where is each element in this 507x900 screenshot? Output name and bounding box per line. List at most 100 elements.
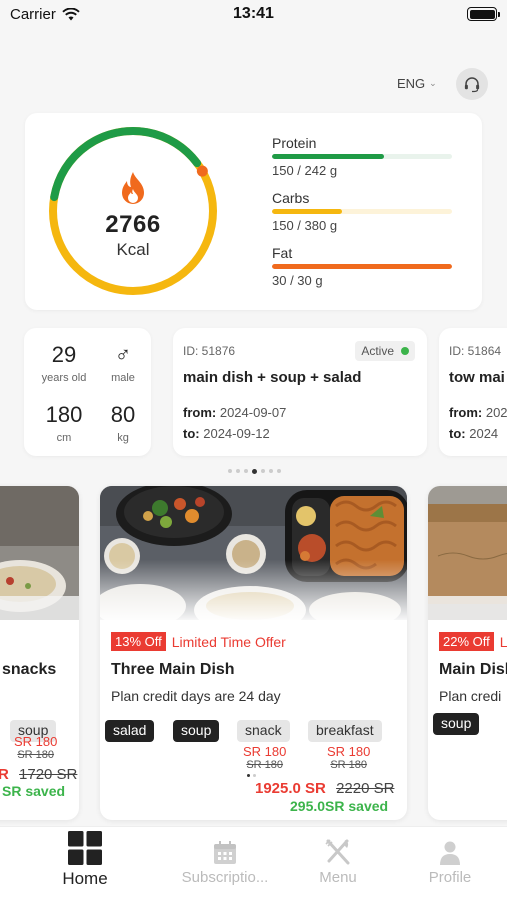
plan-total: R 1720 SR	[0, 766, 77, 783]
chip-price-new: SR 180	[243, 744, 287, 759]
macro-amount: 30 / 30 g	[272, 273, 323, 288]
chip-price-old: SR 180	[246, 759, 284, 771]
plan-image	[0, 486, 79, 620]
chip-price-old: SR 180	[17, 749, 55, 761]
page-dot	[236, 469, 240, 473]
macro-name: Protein	[272, 135, 317, 151]
subscription-from: from: 2024	[449, 405, 507, 420]
headset-icon	[464, 77, 480, 93]
subscription-from: from: 2024-09-07	[183, 405, 286, 420]
calorie-ring: 2766 Kcal	[45, 123, 221, 299]
page-dot	[253, 774, 256, 777]
plan-card[interactable]: V 22% Off L Main Dish Plan credi soup	[428, 486, 507, 820]
macro-carbs: Carbs 150 / 380 g	[272, 190, 452, 233]
subscription-card[interactable]: ID: 51876 Active main dish + soup + sala…	[173, 328, 427, 456]
chevron-down-icon: ⌄	[429, 78, 437, 88]
ring-knob	[196, 165, 208, 177]
offer-banner: 13% Off Limited Time Offer	[111, 632, 286, 651]
page-dot	[228, 469, 232, 473]
nav-label: Subscriptio...	[181, 869, 269, 886]
male-icon: ♂	[114, 342, 132, 367]
total-old: 1720 SR	[19, 766, 78, 783]
person-icon	[440, 841, 460, 865]
calorie-unit: Kcal	[116, 240, 150, 259]
weight-stat: 80 kg	[102, 402, 144, 444]
height-unit: cm	[56, 432, 72, 444]
subscription-id: ID: 51876	[183, 344, 236, 358]
plan-name: snacks	[2, 661, 57, 678]
chip-price-new: SR 180	[327, 744, 371, 759]
chip-price: SR 180 SR 180	[14, 734, 57, 761]
saved-amount: 295.0SR saved	[290, 798, 389, 814]
offer-percent: 13% Off	[111, 632, 166, 651]
macro-bar	[272, 209, 452, 214]
offer-text: L	[499, 633, 507, 650]
age-label: years old	[41, 372, 87, 384]
age-value: 29	[51, 342, 77, 367]
chip-snack: snack	[237, 720, 290, 742]
home-screen: Carrier 13:41 ENG ⌄ 2766 Kcal Protein 15…	[0, 0, 507, 900]
nav-menu[interactable]: Menu	[278, 827, 398, 886]
macro-protein: Protein 150 / 242 g	[272, 135, 452, 178]
chip-price: SR 180 SR 180	[243, 744, 286, 771]
clock: 13:41	[233, 5, 274, 22]
subscription-title: tow mai	[449, 369, 505, 386]
total-new: R	[0, 766, 9, 783]
subscription-card[interactable]: ID: 51864 tow mai from: 2024 to: 2024	[439, 328, 507, 456]
to-date: 2024-09-12	[203, 426, 270, 441]
chip-price-new: SR 180	[14, 734, 58, 749]
macro-name: Fat	[272, 245, 293, 261]
nav-home[interactable]: Home	[25, 827, 145, 889]
status-bar: Carrier 13:41	[0, 0, 507, 30]
macro-bar-fill	[272, 209, 343, 214]
support-button[interactable]	[456, 68, 488, 100]
page-dot	[277, 469, 281, 473]
nav-profile[interactable]: Profile	[390, 827, 507, 886]
macro-fat: Fat 30 / 30 g	[272, 245, 452, 288]
plan-total: 1925.0 SR 2220 SR	[255, 780, 394, 797]
calorie-value: 2766	[105, 211, 161, 238]
utensils-icon	[325, 839, 350, 865]
profile-stats-card[interactable]: 29 years old ♂ male 180 cm 80 kg	[24, 328, 151, 456]
to-label: to:	[449, 426, 466, 441]
nav-label: Menu	[319, 869, 357, 886]
macro-amount: 150 / 242 g	[272, 163, 338, 178]
offer-banner: 22% Off L	[439, 632, 507, 651]
plan-image	[100, 486, 407, 620]
chip-pagination	[247, 774, 256, 777]
to-date: 2024	[469, 426, 499, 441]
subscription-id: ID: 51864	[449, 344, 502, 358]
plan-image: V	[428, 486, 507, 620]
plan-name: Three Main Dish	[111, 661, 235, 678]
language-label: ENG	[397, 76, 426, 91]
macro-bar-fill	[272, 264, 452, 269]
weight-unit: kg	[117, 432, 129, 444]
carousel-pagination[interactable]	[228, 468, 281, 474]
height-value: 180	[45, 402, 83, 427]
battery-icon	[467, 7, 500, 21]
macro-bar	[272, 154, 452, 159]
page-dot	[261, 469, 265, 473]
calorie-summary-card: 2766 Kcal Protein 150 / 242 g Carbs 150 / 3…	[25, 113, 482, 310]
plan-name: Main Dish	[439, 661, 507, 678]
from-label: from:	[183, 405, 217, 420]
macro-bar-fill	[272, 154, 384, 159]
page-dot	[269, 469, 273, 473]
language-selector[interactable]: ENG ⌄	[397, 76, 437, 91]
plan-card[interactable]: 13% Off Limited Time Offer Three Main Di…	[100, 486, 407, 820]
bottom-nav: Home Subscriptio... Menu Profile	[0, 826, 507, 900]
chip-price-old: SR 180	[330, 759, 368, 771]
total-new: 1925.0 SR	[255, 780, 326, 797]
saved-amount: SR saved	[2, 783, 66, 799]
offer-percent: 22% Off	[439, 632, 494, 651]
gender-stat: ♂ male	[102, 342, 144, 384]
nav-subscriptions[interactable]: Subscriptio...	[165, 827, 285, 886]
plan-credit: Plan credit days are 24 day	[111, 688, 281, 704]
plan-card[interactable]: snacks soup SR 180 SR 180 R 1720 SR SR s…	[0, 486, 79, 820]
age-stat: 29 years old	[32, 342, 96, 384]
macro-list: Protein 150 / 242 g Carbs 150 / 380 g Fat 30 …	[272, 135, 452, 300]
subscription-title: main dish + soup + salad	[183, 369, 362, 386]
height-stat: 180 cm	[32, 402, 96, 444]
total-old: 2220 SR	[336, 780, 395, 797]
nav-label: Home	[62, 869, 108, 888]
